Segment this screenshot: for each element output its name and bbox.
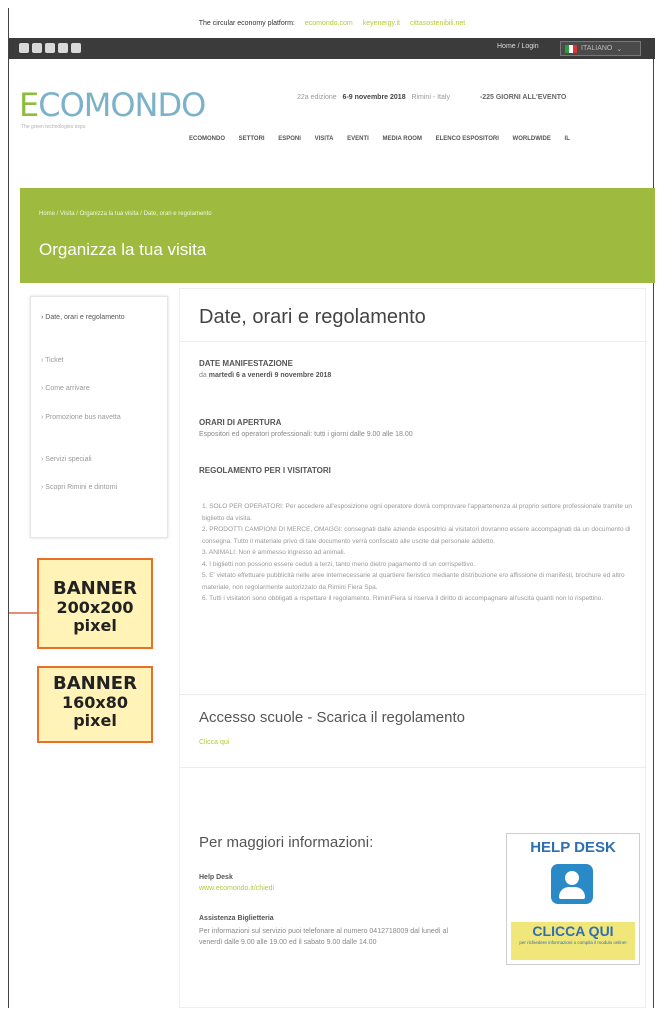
info-heading: Per maggiori informazioni:	[199, 834, 374, 851]
rules-heading: REGOLAMENTO PER I VISITATORI	[199, 466, 331, 475]
countdown: -225 GIORNI ALL'EVENTO	[479, 94, 567, 101]
help-desk-box[interactable]: HELP DESK CLICCA QUI per richiedere info…	[506, 833, 640, 965]
facebook-icon[interactable]	[19, 43, 29, 53]
nav-worldwide[interactable]: WORLDWIDE	[513, 136, 551, 142]
sidebar-item-come-arrivare[interactable]: › Come arrivare	[41, 384, 159, 394]
main-nav: ECOMONDO SETTORI ESPONI VISITA EVENTI ME…	[189, 121, 609, 157]
rule-item: 4. I biglietti non possono essere ceduti…	[202, 560, 476, 568]
divider	[180, 341, 647, 342]
sidebar: › Date, orari e regolamento › Ticket › C…	[30, 296, 168, 538]
sidebar-item-ticket[interactable]: › Ticket	[41, 356, 159, 366]
page-frame: The circular economy platform: ecomondo.…	[8, 8, 655, 1008]
nav-settori[interactable]: SETTORI	[239, 136, 265, 142]
hero-band	[20, 188, 655, 283]
rule-item: 2. PRODOTTI CAMPIONI DI MERCE, OMAGGI: c…	[202, 526, 631, 545]
edition-dates: 6-9 novembre 2018	[342, 94, 406, 101]
social-icons	[19, 43, 81, 53]
nav-visita[interactable]: VISITA	[315, 136, 334, 142]
language-select[interactable]: ITALIANO ⌄	[560, 41, 641, 56]
rule-item: 5. E' vietato effettuare pubblicità nell…	[202, 572, 625, 591]
banner-160x80: BANNER 160x80 pixel	[37, 666, 153, 743]
twitter-icon[interactable]	[45, 43, 55, 53]
platform-link-ecomondo[interactable]: ecomondo.com	[305, 20, 353, 27]
platform-bar: The circular economy platform: ecomondo.…	[9, 8, 655, 38]
youtube-icon[interactable]	[58, 43, 68, 53]
rule-item: 6. Tutti i visitatori sono obbligati a r…	[202, 595, 604, 602]
helpdesk-link[interactable]: www.ecomondo.it/chiedi	[199, 885, 274, 892]
nav-elenco-espositori[interactable]: ELENCO ESPOSITORI	[436, 136, 499, 142]
schools-link[interactable]: Clicca qui	[199, 739, 229, 746]
edition-info: 22a edizione 6-9 novembre 2018 Rimini - …	[297, 94, 567, 101]
content-title: Date, orari e regolamento	[199, 306, 426, 328]
rule-item: 3. ANIMALI: Non è ammesso ingresso ad an…	[202, 549, 346, 556]
ecomondo-logo[interactable]: ECOMONDO	[19, 86, 206, 124]
rule-item: 1. SOLO PER OPERATORI: Per accedere all'…	[202, 503, 633, 522]
ticket-text: Per informazioni sul servizio puoi telef…	[199, 928, 449, 946]
nav-media-room[interactable]: MEDIA ROOM	[383, 136, 422, 142]
sidebar-item-date-orari[interactable]: › Date, orari e regolamento	[41, 313, 159, 323]
sidebar-item-servizi-speciali[interactable]: › Servizi speciali	[41, 455, 159, 465]
dates-text: da martedì 6 a venerdì 9 novembre 2018	[199, 372, 332, 379]
nav-esponi[interactable]: ESPONI	[278, 136, 301, 142]
hours-text: Espositori ed operatori professionali: t…	[199, 431, 413, 438]
main-content: Date, orari e regolamento DATE MANIFESTA…	[179, 288, 647, 1008]
logo-tagline: The green technologies expo	[21, 124, 86, 130]
social-bar: Home / Login ITALIANO ⌄	[9, 38, 655, 59]
help-desk-cta[interactable]: CLICCA QUI per richiedere informazioni o…	[511, 922, 635, 960]
breadcrumb[interactable]: Home / Visita / Organizza la tua visita …	[39, 211, 212, 217]
divider	[180, 694, 647, 695]
schools-heading: Accesso scuole - Scarica il regolamento	[199, 709, 465, 726]
nav-ecomondo[interactable]: ECOMONDO	[189, 136, 225, 142]
divider	[180, 767, 647, 768]
signin-link[interactable]: Home / Login	[497, 43, 539, 50]
platform-label: The circular economy platform:	[198, 19, 295, 27]
sidebar-item-scopri-rimini[interactable]: › Scopri Rimini e dintorni	[41, 483, 159, 493]
edition-place: Rimini - Italy	[411, 94, 450, 101]
nav-il[interactable]: IL	[565, 136, 570, 142]
chevron-down-icon: ⌄	[616, 45, 623, 53]
helpdesk-label: Help Desk	[199, 874, 233, 881]
italy-flag-icon	[565, 44, 577, 53]
language-label: ITALIANO	[581, 45, 613, 52]
hours-heading: ORARI DI APERTURA	[199, 418, 282, 427]
linkedin-icon[interactable]	[32, 43, 42, 53]
banner-200x200: BANNER 200x200 pixel	[37, 558, 153, 649]
sidebar-item-bus-navetta[interactable]: › Promozione bus navetta	[41, 413, 159, 423]
ticket-label: Assistenza Biglietteria	[199, 915, 274, 922]
page-heading: Organizza la tua visita	[39, 240, 207, 259]
help-desk-title: HELP DESK	[530, 839, 616, 856]
nav-eventi[interactable]: EVENTI	[347, 136, 369, 142]
dates-heading: DATE MANIFESTAZIONE	[199, 359, 293, 368]
instagram-icon[interactable]	[71, 43, 81, 53]
support-agent-icon	[551, 864, 593, 904]
rules-list: 1. SOLO PER OPERATORI: Per accedere all'…	[202, 501, 642, 605]
platform-link-keyenergy[interactable]: keyenergy.it	[363, 20, 400, 27]
platform-link-cittasostenibili[interactable]: cittasostenibili.net	[410, 20, 465, 27]
